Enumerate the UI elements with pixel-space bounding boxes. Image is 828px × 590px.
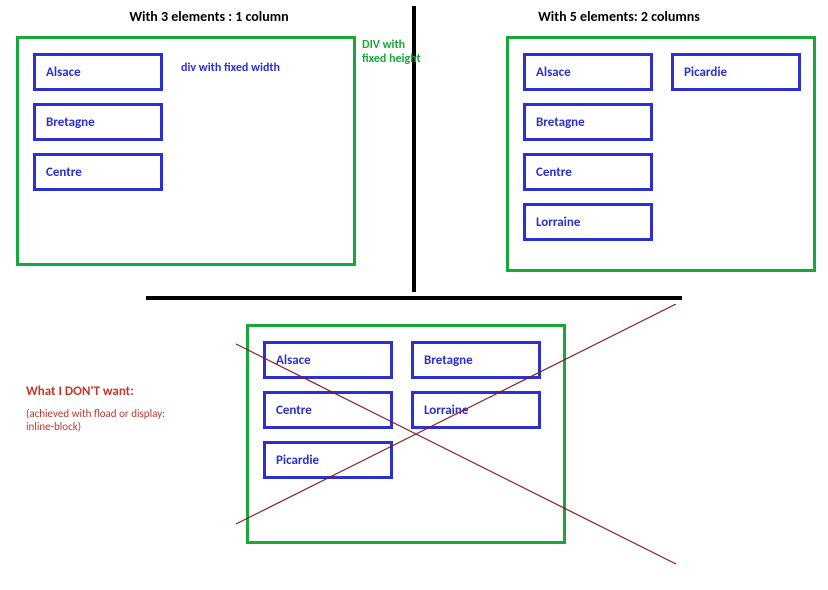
list-item: Bretagne bbox=[523, 103, 653, 141]
example-5-elements: With 5 elements: 2 columns Alsace Bretag… bbox=[416, 6, 822, 292]
horizontal-divider bbox=[146, 296, 682, 300]
column-1: Alsace Centre Picardie bbox=[263, 341, 393, 491]
column-2: Bretagne Lorraine bbox=[411, 341, 541, 491]
item-label: Alsace bbox=[276, 353, 311, 368]
list-item: Alsace bbox=[523, 53, 653, 91]
item-label: Centre bbox=[46, 165, 82, 180]
counter-example: What I DON'T want: (achieved with fload … bbox=[6, 304, 822, 584]
example-3-elements: With 3 elements : 1 column Alsace Bretag… bbox=[6, 6, 412, 292]
list-item: Centre bbox=[263, 391, 393, 429]
list-item: Lorraine bbox=[523, 203, 653, 241]
item-label: Picardie bbox=[276, 453, 319, 468]
list-item: Bretagne bbox=[411, 341, 541, 379]
list-item: Centre bbox=[523, 153, 653, 191]
list-item: Picardie bbox=[263, 441, 393, 479]
item-label: Centre bbox=[536, 165, 572, 180]
list-item: Alsace bbox=[33, 53, 163, 91]
annotation-inner: div with fixed width bbox=[181, 61, 311, 75]
column-1: Alsace Bretagne Centre Lorraine bbox=[523, 53, 653, 253]
item-label: Lorraine bbox=[424, 403, 468, 418]
example-title: With 3 elements : 1 column bbox=[6, 6, 412, 31]
example-title: With 5 elements: 2 columns bbox=[416, 6, 822, 31]
item-label: Bretagne bbox=[536, 115, 585, 130]
column-1: Alsace Bretagne Centre bbox=[33, 53, 163, 203]
item-label: Lorraine bbox=[536, 215, 580, 230]
top-row: With 3 elements : 1 column Alsace Bretag… bbox=[6, 6, 822, 292]
warning-text: What I DON'T want: (achieved with fload … bbox=[6, 304, 236, 584]
item-label: Bretagne bbox=[46, 115, 95, 130]
item-label: Alsace bbox=[46, 65, 81, 80]
warning-title: What I DON'T want: bbox=[26, 384, 236, 399]
list-item: Bretagne bbox=[33, 103, 163, 141]
container-box: Alsace Bretagne Centre div with fixed wi… bbox=[16, 36, 356, 266]
item-label: Picardie bbox=[684, 65, 727, 80]
item-label: Bretagne bbox=[424, 353, 473, 368]
annotation-outer: DIV with fixed height bbox=[362, 38, 422, 66]
list-item: Alsace bbox=[263, 341, 393, 379]
list-item: Lorraine bbox=[411, 391, 541, 429]
list-item: Picardie bbox=[671, 53, 801, 91]
warning-subtitle: (achieved with fload or display: inline-… bbox=[26, 407, 186, 433]
item-label: Alsace bbox=[536, 65, 571, 80]
column-2: Picardie bbox=[671, 53, 801, 253]
list-item: Centre bbox=[33, 153, 163, 191]
container-box: Alsace Bretagne Centre Lorraine Picardie bbox=[506, 36, 816, 272]
container-box: Alsace Centre Picardie Bretagne Lorraine bbox=[246, 324, 566, 544]
item-label: Centre bbox=[276, 403, 312, 418]
